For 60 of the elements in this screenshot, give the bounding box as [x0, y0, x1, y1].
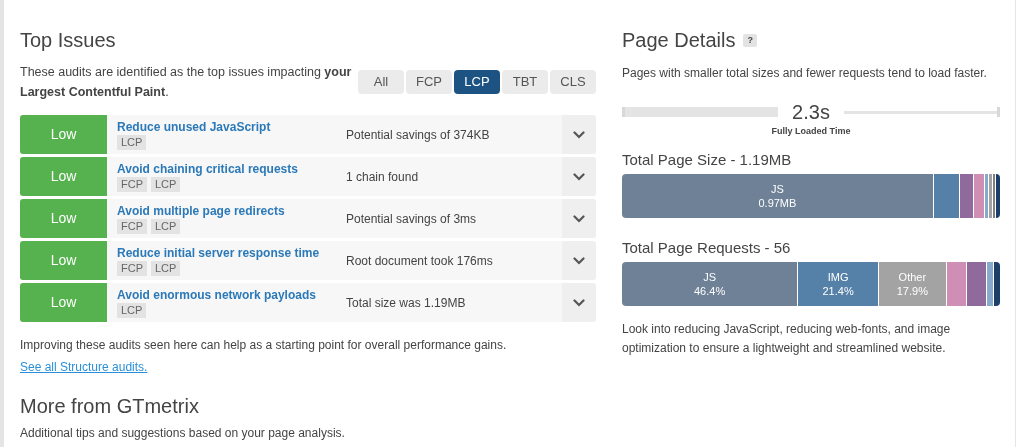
audit-result: Potential savings of 3ms	[346, 210, 478, 228]
expand-button[interactable]	[562, 283, 596, 322]
page-details-advice: Look into reducing JavaScript, reducing web-fonts, and image optimization to ensure a lightweight and streamlined website.	[622, 320, 952, 357]
filter-tab[interactable]: All	[358, 70, 404, 94]
segment-label: JS	[703, 269, 716, 284]
filter-tab[interactable]: LCP	[454, 70, 500, 94]
metric-tag: FCP	[117, 218, 147, 234]
expand-button[interactable]	[562, 199, 596, 238]
chevron-down-icon	[573, 130, 585, 139]
chevron-down-icon	[573, 172, 585, 181]
segment-label: JS	[771, 181, 784, 196]
severity-badge: Low	[20, 157, 107, 196]
metric-tag: FCP	[117, 260, 147, 276]
section-title: Top Issues	[20, 28, 117, 52]
section-title: Page Details	[622, 28, 736, 52]
audit-title[interactable]: Reduce unused JavaScript	[117, 119, 342, 135]
expand-button[interactable]	[562, 157, 596, 196]
severity-badge: Low	[20, 199, 107, 238]
severity-badge: Low	[20, 241, 107, 280]
segment-value: 21.4%	[822, 283, 854, 298]
audit-result: Root document took 176ms	[346, 252, 494, 270]
chart-title: Total Page Size - 1.19MB	[622, 149, 793, 170]
severity-badge: Low	[20, 115, 107, 154]
structure-audits-link[interactable]: See all Structure audits.	[20, 360, 148, 374]
chevron-down-icon	[573, 256, 585, 265]
audit-title[interactable]: Avoid enormous network payloads	[117, 287, 342, 303]
segment-value: 0.97MB	[758, 195, 797, 210]
chevron-down-icon	[573, 214, 585, 223]
filter-tab[interactable]: CLS	[550, 70, 596, 94]
section-intro: Additional tips and suggestions based on your page analysis.	[20, 425, 346, 442]
audit-result: Total size was 1.19MB	[346, 294, 467, 312]
metric-tag: LCP	[151, 176, 181, 192]
audit-result: Potential savings of 374KB	[346, 126, 491, 144]
section-intro: These audits are identified as the top issues impacting your Largest Contentful Paint.	[20, 64, 353, 101]
segment-label: IMG	[827, 269, 849, 284]
segment-label: Other	[898, 269, 927, 284]
section-intro: Pages with smaller total sizes and fewer requests tend to load faster.	[622, 65, 988, 82]
metric-tag: LCP	[151, 218, 181, 234]
filter-tab[interactable]: FCP	[406, 70, 452, 94]
segment-value: 17.9%	[896, 283, 928, 298]
expand-button[interactable]	[562, 115, 596, 154]
segment-value: 46.4%	[693, 283, 726, 298]
metric-tag: LCP	[117, 134, 147, 150]
metric-tag: LCP	[117, 302, 147, 318]
help-badge[interactable]: ?	[743, 33, 757, 47]
audit-title[interactable]: Avoid multiple page redirects	[117, 203, 342, 219]
chevron-down-icon	[573, 298, 585, 307]
chart-title: Total Page Requests - 56	[622, 237, 792, 258]
expand-button[interactable]	[562, 241, 596, 280]
metric-tag: LCP	[151, 260, 181, 276]
fully-loaded-time: 2.3s	[791, 100, 831, 125]
section-title: More from GTmetrix	[20, 394, 200, 418]
audit-title[interactable]: Avoid chaining critical requests	[117, 161, 342, 177]
filter-tab[interactable]: TBT	[502, 70, 548, 94]
severity-badge: Low	[20, 283, 107, 322]
audits-note: Improving these audits seen here can help as a starting point for overall performance gains.	[20, 337, 508, 354]
metric-tag: FCP	[117, 176, 147, 192]
audit-title[interactable]: Reduce initial server response time	[117, 245, 342, 261]
fully-loaded-label: Fully Loaded Time	[770, 125, 852, 138]
audit-result: 1 chain found	[346, 168, 420, 186]
